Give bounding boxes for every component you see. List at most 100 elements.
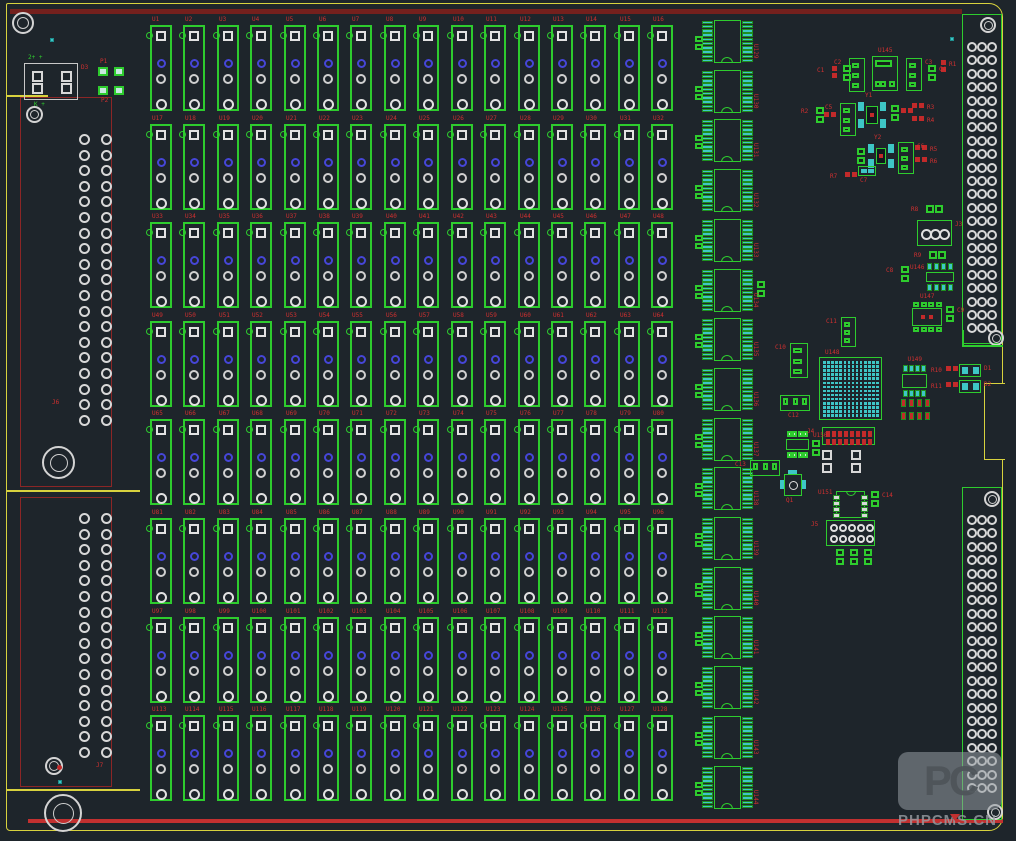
component-conn16[interactable]: [822, 427, 875, 445]
relay-footprint[interactable]: [484, 419, 506, 505]
component-hbar3[interactable]: [780, 395, 810, 411]
component-soic8[interactable]: [785, 431, 810, 458]
component-res2h[interactable]: [946, 382, 958, 387]
relay-footprint[interactable]: [317, 715, 339, 801]
component-g2v[interactable]: [816, 107, 824, 123]
relay-footprint[interactable]: [250, 518, 272, 604]
relay-footprint[interactable]: [250, 25, 272, 111]
component-g2v[interactable]: [871, 491, 879, 507]
component-g2v[interactable]: [901, 266, 909, 282]
component-cyn2h[interactable]: [959, 364, 981, 377]
relay-footprint[interactable]: [618, 321, 640, 407]
relay-footprint[interactable]: [284, 222, 306, 308]
relay-footprint[interactable]: [518, 715, 540, 801]
relay-footprint[interactable]: [317, 518, 339, 604]
component-cyn1[interactable]: [58, 780, 62, 784]
relay-footprint[interactable]: [484, 25, 506, 111]
component-cyn2h[interactable]: [959, 380, 981, 393]
relay-footprint[interactable]: [417, 715, 439, 801]
relay-footprint[interactable]: [584, 617, 606, 703]
relay-footprint[interactable]: [217, 419, 239, 505]
relay-footprint[interactable]: [551, 25, 573, 111]
relay-footprint[interactable]: [584, 715, 606, 801]
relay-footprint[interactable]: [518, 518, 540, 604]
relay-footprint[interactable]: [518, 321, 540, 407]
component-cyn2h[interactable]: [858, 166, 876, 176]
component-qfn[interactable]: [912, 302, 942, 332]
relay-footprint[interactable]: [317, 419, 339, 505]
relay-footprint[interactable]: [484, 518, 506, 604]
relay-footprint[interactable]: [417, 321, 439, 407]
component-cyn1[interactable]: [950, 37, 954, 41]
relay-footprint[interactable]: [518, 419, 540, 505]
component-g2v[interactable]: [812, 440, 820, 456]
relay-footprint[interactable]: [518, 25, 540, 111]
relay-footprint[interactable]: [250, 321, 272, 407]
relay-footprint[interactable]: [384, 518, 406, 604]
relay-footprint[interactable]: [551, 715, 573, 801]
component-topkg[interactable]: [784, 474, 802, 496]
component-hdr3[interactable]: [917, 220, 952, 246]
relay-footprint[interactable]: [150, 518, 172, 604]
relay-footprint[interactable]: [250, 124, 272, 210]
relay-footprint[interactable]: [250, 419, 272, 505]
component-reg3[interactable]: [872, 56, 898, 91]
component-g2h[interactable]: [926, 205, 943, 213]
component-res2h[interactable]: [915, 157, 927, 162]
relay-footprint[interactable]: [618, 419, 640, 505]
relay-footprint[interactable]: [551, 321, 573, 407]
relay-footprint[interactable]: [183, 25, 205, 111]
relay-footprint[interactable]: [284, 715, 306, 801]
component-dip8[interactable]: [833, 488, 868, 518]
component-g2v[interactable]: [891, 105, 899, 121]
relay-footprint[interactable]: [518, 222, 540, 308]
relay-footprint[interactable]: [284, 25, 306, 111]
relay-footprint[interactable]: [451, 222, 473, 308]
relay-footprint[interactable]: [384, 617, 406, 703]
component-res2h[interactable]: [824, 112, 836, 117]
relay-footprint[interactable]: [250, 222, 272, 308]
relay-footprint[interactable]: [451, 321, 473, 407]
relay-footprint[interactable]: [484, 617, 506, 703]
relay-footprint[interactable]: [384, 715, 406, 801]
component-grn4[interactable]: [97, 66, 125, 96]
left-connector-2[interactable]: [20, 497, 112, 787]
relay-footprint[interactable]: [518, 124, 540, 210]
relay-footprint[interactable]: [250, 715, 272, 801]
relay-footprint[interactable]: [618, 25, 640, 111]
relay-footprint[interactable]: [284, 321, 306, 407]
relay-footprint[interactable]: [284, 124, 306, 210]
relay-footprint[interactable]: [584, 321, 606, 407]
relay-footprint[interactable]: [417, 222, 439, 308]
relay-footprint[interactable]: [384, 25, 406, 111]
relay-footprint[interactable]: [350, 715, 372, 801]
bga-footprint[interactable]: [819, 357, 882, 420]
relay-footprint[interactable]: [350, 321, 372, 407]
relay-footprint[interactable]: [183, 321, 205, 407]
relay-footprint[interactable]: [317, 321, 339, 407]
relay-footprint[interactable]: [350, 617, 372, 703]
relay-footprint[interactable]: [317, 222, 339, 308]
component-hbar3[interactable]: [750, 460, 780, 476]
component-g2h[interactable]: [929, 251, 946, 259]
relay-footprint[interactable]: [651, 25, 673, 111]
relay-footprint[interactable]: [484, 124, 506, 210]
component-vbar3[interactable]: [841, 317, 856, 347]
relay-footprint[interactable]: [651, 518, 673, 604]
relay-footprint[interactable]: [150, 222, 172, 308]
relay-footprint[interactable]: [618, 518, 640, 604]
relay-footprint[interactable]: [618, 617, 640, 703]
relay-footprint[interactable]: [284, 617, 306, 703]
relay-footprint[interactable]: [384, 419, 406, 505]
relay-footprint[interactable]: [217, 25, 239, 111]
relay-footprint[interactable]: [551, 419, 573, 505]
relay-footprint[interactable]: [451, 25, 473, 111]
relay-footprint[interactable]: [217, 124, 239, 210]
relay-footprint[interactable]: [518, 617, 540, 703]
component-hdr2x5[interactable]: [826, 520, 875, 546]
relay-footprint[interactable]: [217, 715, 239, 801]
relay-footprint[interactable]: [551, 617, 573, 703]
relay-footprint[interactable]: [484, 321, 506, 407]
relay-footprint[interactable]: [384, 124, 406, 210]
component-cyn1[interactable]: [50, 38, 54, 42]
